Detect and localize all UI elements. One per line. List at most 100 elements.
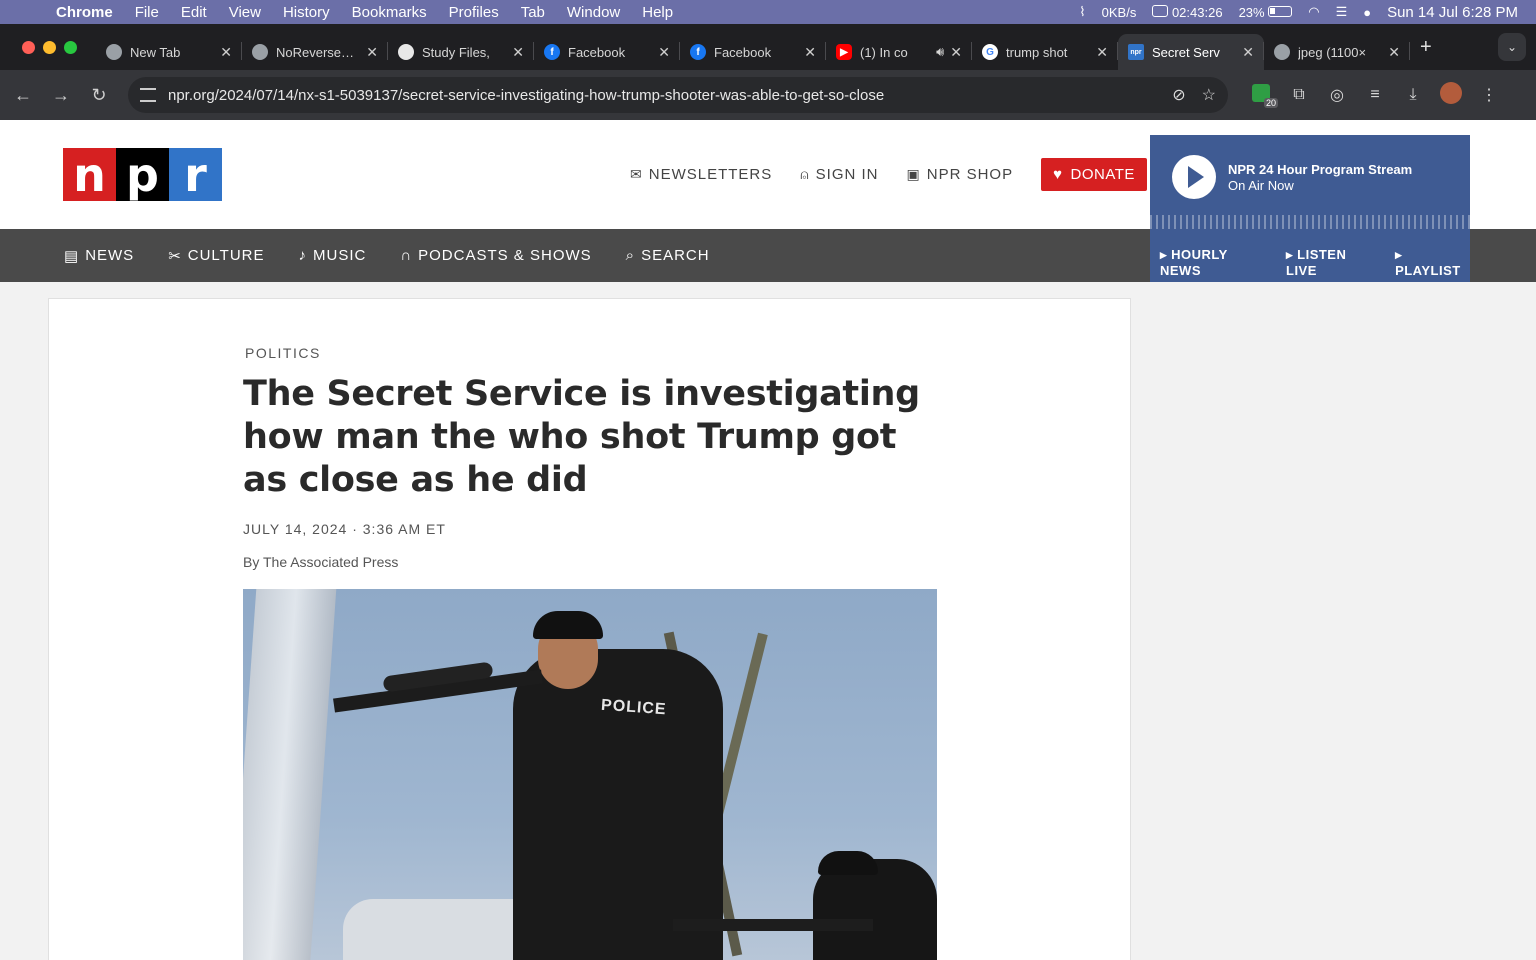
timer-display[interactable]: 02:43:26 <box>1152 4 1223 20</box>
close-window-button[interactable] <box>22 40 35 54</box>
tab-noreverse[interactable]: NoReverse… ✕ <box>242 34 388 70</box>
menu-tab[interactable]: Tab <box>521 4 545 21</box>
close-tab-icon[interactable]: ✕ <box>1242 44 1254 61</box>
tab-youtube[interactable]: ▶ (1) In co 🔊︎ ✕ <box>826 34 972 70</box>
menu-help[interactable]: Help <box>642 4 673 21</box>
menu-window[interactable]: Window <box>567 4 620 21</box>
menu-history[interactable]: History <box>283 4 330 21</box>
youtube-icon: ▶ <box>836 44 852 60</box>
play-button[interactable] <box>1172 155 1216 199</box>
nav-news[interactable]: ▤ NEWS <box>64 247 134 265</box>
tab-title: Secret Serv <box>1152 44 1220 60</box>
npr-shop-link[interactable]: ▣ NPR SHOP <box>907 166 1014 183</box>
article-date: JULY 14, 2024 · 3:36 AM ET <box>243 521 446 537</box>
nav-culture[interactable]: ✂ CULTURE <box>168 247 264 265</box>
tab-new-tab[interactable]: New Tab ✕ <box>96 34 242 70</box>
npr-logo[interactable]: n p r <box>63 148 222 202</box>
tab-facebook-1[interactable]: f Facebook ✕ <box>534 34 680 70</box>
battery-status[interactable]: 23% <box>1239 5 1293 20</box>
extensions-puzzle-icon[interactable]: ⧉ <box>1280 86 1318 104</box>
paperclip-icon[interactable]: ⌇ <box>1079 4 1085 20</box>
wifi-icon[interactable]: ◠ <box>1308 4 1319 20</box>
address-bar[interactable]: npr.org/2024/07/14/nx-s1-5039137/secret-… <box>128 77 1228 113</box>
nav-music[interactable]: ♪ MUSIC <box>299 247 367 264</box>
forward-button[interactable]: → <box>42 85 80 106</box>
logo-letter-n: n <box>63 148 116 202</box>
reload-button[interactable]: ↻ <box>80 85 118 106</box>
siri-icon[interactable]: ● <box>1363 5 1371 20</box>
new-tab-button[interactable]: + <box>1420 36 1432 59</box>
tab-facebook-2[interactable]: f Facebook ✕ <box>680 34 826 70</box>
extension-badge-button[interactable]: 20 <box>1242 83 1280 108</box>
download-icon[interactable]: ⤓ <box>1394 86 1432 104</box>
listen-live-link[interactable]: ▸ LISTEN LIVE <box>1286 247 1379 278</box>
menu-app-chrome[interactable]: Chrome <box>56 4 113 21</box>
nav-news-label: NEWS <box>85 247 135 264</box>
globe-icon <box>1274 44 1290 60</box>
logo-letter-p: p <box>116 148 169 202</box>
close-tab-icon[interactable]: ✕ <box>220 44 232 61</box>
menu-profiles[interactable]: Profiles <box>449 4 499 21</box>
donate-button[interactable]: ♥ DONATE <box>1041 157 1147 191</box>
article-photo[interactable]: POLICE <box>243 589 937 960</box>
url-text[interactable]: npr.org/2024/07/14/nx-s1-5039137/secret-… <box>168 87 1156 104</box>
tab-title: Facebook <box>714 44 772 60</box>
zoom-window-button[interactable] <box>64 40 77 54</box>
close-tab-icon[interactable]: ✕ <box>1388 44 1400 61</box>
tab-title: jpeg (1100× <box>1298 44 1367 60</box>
shop-label: NPR SHOP <box>926 165 1014 183</box>
close-tab-icon[interactable]: ✕ <box>366 44 378 61</box>
article-section-link[interactable]: POLITICS <box>245 345 321 361</box>
article-byline: By The Associated Press <box>243 554 399 570</box>
nav-podcasts[interactable]: ∩ PODCASTS & SHOWS <box>400 247 591 264</box>
newsletters-link[interactable]: ✉ NEWSLETTERS <box>630 166 772 183</box>
close-tab-icon[interactable]: ✕ <box>1096 44 1108 61</box>
newsletters-label: NEWSLETTERS <box>648 165 773 183</box>
site-info-icon[interactable] <box>140 88 156 102</box>
window-controls <box>0 40 96 54</box>
tab-jpeg[interactable]: jpeg (1100× ✕ <box>1264 34 1410 70</box>
stream-title: NPR 24 Hour Program Stream <box>1228 162 1413 177</box>
tab-google-search[interactable]: G trump shot ✕ <box>972 34 1118 70</box>
eye-off-icon[interactable]: ⊘ <box>1172 85 1185 105</box>
close-tab-icon[interactable]: ✕ <box>512 44 524 61</box>
chrome-menu-icon[interactable]: ⋮ <box>1470 85 1508 105</box>
menu-edit[interactable]: Edit <box>181 4 207 21</box>
close-tab-icon[interactable]: ✕ <box>950 44 962 61</box>
profile-avatar[interactable] <box>1432 81 1470 109</box>
menubar-clock[interactable]: Sun 14 Jul 6:28 PM <box>1387 4 1518 21</box>
audio-waveform <box>1150 215 1470 229</box>
reading-list-icon[interactable]: ≡ <box>1356 86 1394 104</box>
nav-podcasts-label: PODCASTS & SHOWS <box>418 247 592 264</box>
chatgpt-icon <box>398 44 414 60</box>
back-button[interactable]: ← <box>4 85 42 106</box>
tab-study-files[interactable]: Study Files, ✕ <box>388 34 534 70</box>
nav-search-label: SEARCH <box>641 247 710 264</box>
sign-in-link[interactable]: ⍝ SIGN IN <box>800 166 878 183</box>
tab-npr-active[interactable]: npr Secret Serv ✕ <box>1118 34 1264 70</box>
photo-pole <box>243 589 337 960</box>
timer-icon <box>1152 4 1169 17</box>
chrome-icon <box>106 44 122 60</box>
close-tab-icon[interactable]: ✕ <box>658 44 670 61</box>
playlist-link[interactable]: ▸ PLAYLIST <box>1395 247 1470 278</box>
playlist-label: PLAYLIST <box>1395 263 1461 278</box>
tab-title: trump shot <box>1006 44 1068 60</box>
logo-letter-r: r <box>169 148 222 202</box>
close-tab-icon[interactable]: ✕ <box>804 44 816 61</box>
control-center-icon[interactable]: ☰ <box>1336 4 1348 20</box>
menu-file[interactable]: File <box>135 4 159 21</box>
tab-search-button[interactable]: ⌄ <box>1498 33 1526 61</box>
menu-view[interactable]: View <box>229 4 261 21</box>
performance-icon[interactable]: ◎ <box>1318 85 1356 105</box>
bookmark-star-icon[interactable]: ☆ <box>1202 85 1216 105</box>
audio-playing-icon[interactable]: 🔊︎ <box>936 44 944 60</box>
menu-bookmarks[interactable]: Bookmarks <box>352 4 427 21</box>
hourly-news-link[interactable]: ▸ HOURLY NEWS <box>1160 247 1270 278</box>
nav-search[interactable]: ⌕ SEARCH <box>626 247 710 264</box>
network-speed[interactable]: 0KB/s <box>1102 5 1137 20</box>
globe-icon <box>252 44 268 60</box>
browser-toolbar: ← → ↻ npr.org/2024/07/14/nx-s1-5039137/s… <box>0 70 1536 120</box>
minimize-window-button[interactable] <box>43 40 56 54</box>
player-links: ▸ HOURLY NEWS ▸ LISTEN LIVE ▸ PLAYLIST <box>1160 247 1470 278</box>
